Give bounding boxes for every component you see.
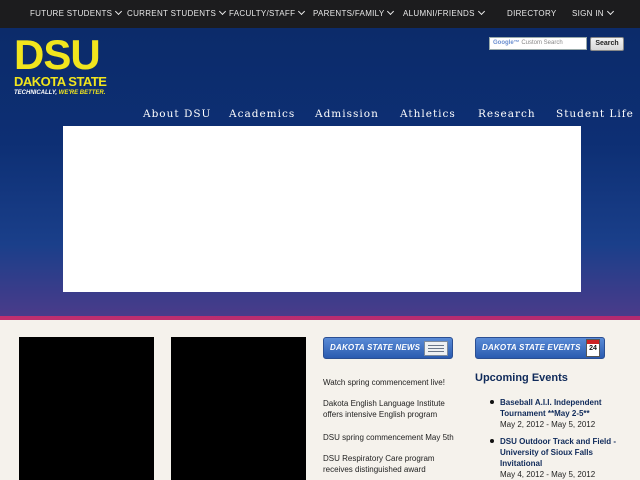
topbar-label: ALUMNI/FRIENDS bbox=[403, 9, 475, 18]
topbar-current-students[interactable]: CURRENT STUDENTS bbox=[127, 0, 227, 28]
search-button[interactable]: Search bbox=[590, 37, 624, 51]
header-divider bbox=[0, 316, 640, 320]
calendar-day: 24 bbox=[589, 345, 597, 352]
topbar-label: PARENTS/FAMILY bbox=[313, 9, 385, 18]
logo-name: DAKOTA STATE bbox=[14, 74, 107, 89]
video-player-2[interactable] bbox=[171, 337, 306, 480]
topbar-label: DIRECTORY bbox=[507, 9, 557, 18]
topbar-parents-family[interactable]: PARENTS/FAMILY bbox=[313, 0, 395, 28]
search-input[interactable]: Google™ Custom Search bbox=[489, 37, 587, 50]
news-item[interactable]: Dakota English Language Institute offers… bbox=[323, 398, 463, 420]
topbar-label: SIGN IN bbox=[572, 9, 604, 18]
topbar-label: FUTURE STUDENTS bbox=[30, 9, 113, 18]
chevron-down-icon bbox=[606, 7, 614, 16]
nav-about[interactable]: About DSU bbox=[143, 107, 211, 121]
logo-tagline-a: TECHNICALLY, bbox=[14, 90, 59, 96]
search-placeholder: Custom Search bbox=[521, 40, 563, 46]
events-header[interactable]: DAKOTA STATE EVENTS 24 bbox=[475, 337, 605, 359]
news-item[interactable]: DSU Respiratory Care program receives di… bbox=[323, 453, 463, 475]
event-date: May 2, 2012 - May 5, 2012 bbox=[500, 420, 596, 429]
event-title[interactable]: DSU Outdoor Track and Field - University… bbox=[500, 436, 620, 469]
chevron-down-icon bbox=[115, 7, 123, 16]
logo-tagline: TECHNICALLY, WE'RE BETTER. bbox=[14, 88, 114, 98]
event-item: Baseball A.I.I. Independent Tournament *… bbox=[490, 397, 620, 430]
upcoming-events-title: Upcoming Events bbox=[475, 372, 568, 384]
nav-research[interactable]: Research bbox=[478, 107, 536, 121]
nav-athletics[interactable]: Athletics bbox=[400, 107, 456, 121]
topbar-faculty-staff[interactable]: FACULTY/STAFF bbox=[229, 0, 306, 28]
nav-admission[interactable]: Admission bbox=[315, 107, 379, 121]
topbar-future-students[interactable]: FUTURE STUDENTS bbox=[30, 0, 123, 28]
event-item: DSU Outdoor Track and Field - University… bbox=[490, 436, 620, 480]
events-header-label: DAKOTA STATE EVENTS bbox=[482, 343, 581, 352]
news-header[interactable]: DAKOTA STATE NEWS bbox=[323, 337, 453, 359]
logo-wordmark: DSU bbox=[14, 31, 101, 78]
dsu-logo[interactable]: DSU DAKOTA STATE TECHNICALLY, WE'RE BETT… bbox=[14, 31, 114, 101]
newspaper-icon bbox=[424, 341, 448, 356]
logo-tagline-b: WE'RE BETTER. bbox=[58, 90, 106, 96]
news-header-label: DAKOTA STATE NEWS bbox=[330, 343, 421, 352]
hero-slideshow[interactable] bbox=[63, 126, 581, 292]
event-title[interactable]: Baseball A.I.I. Independent Tournament *… bbox=[500, 397, 620, 419]
news-item[interactable]: Watch spring commencement live! bbox=[323, 377, 463, 388]
nav-academics[interactable]: Academics bbox=[229, 107, 295, 121]
topbar-alumni-friends[interactable]: ALUMNI/FRIENDS bbox=[403, 0, 485, 28]
chevron-down-icon bbox=[219, 7, 227, 16]
chevron-down-icon bbox=[387, 7, 395, 16]
search-brand: Google™ bbox=[493, 40, 520, 46]
chevron-down-icon bbox=[298, 7, 306, 16]
bullet-icon bbox=[490, 400, 494, 404]
event-date: May 4, 2012 - May 5, 2012 bbox=[500, 470, 596, 479]
news-item[interactable]: DSU spring commencement May 5th bbox=[323, 432, 463, 443]
video-player-1[interactable] bbox=[19, 337, 154, 480]
topbar-label: FACULTY/STAFF bbox=[229, 9, 296, 18]
topbar-sign-in[interactable]: SIGN IN bbox=[572, 0, 614, 28]
bullet-icon bbox=[490, 439, 494, 443]
top-utility-bar: FUTURE STUDENTS CURRENT STUDENTS FACULTY… bbox=[0, 0, 640, 28]
chevron-down-icon bbox=[477, 7, 485, 16]
topbar-label: CURRENT STUDENTS bbox=[127, 9, 217, 18]
nav-student-life[interactable]: Student Life bbox=[556, 107, 634, 121]
topbar-directory[interactable]: DIRECTORY bbox=[507, 0, 557, 28]
calendar-icon: 24 bbox=[586, 339, 600, 357]
